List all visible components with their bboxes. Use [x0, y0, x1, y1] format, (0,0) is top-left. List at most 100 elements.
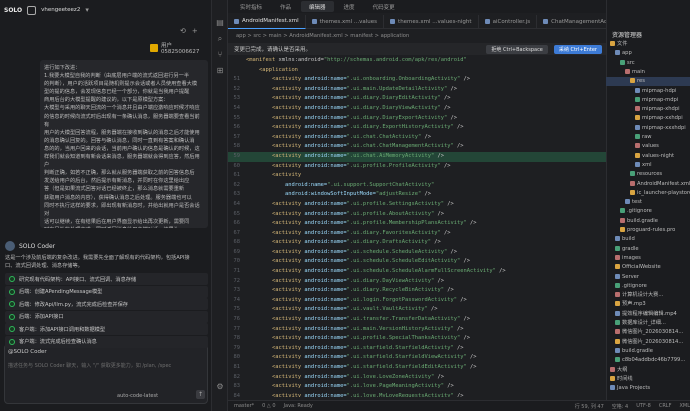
status-item[interactable]: 0 △ 0 — [262, 403, 275, 409]
tree-item[interactable]: test — [606, 198, 690, 207]
window-tab[interactable]: 代码变更 — [365, 1, 403, 12]
window-tab[interactable]: 编辑器 — [301, 1, 334, 12]
tree-item[interactable]: OfficialWebsite — [606, 263, 690, 272]
tree-item[interactable]: proguard-rules.pro — [606, 226, 690, 235]
send-button[interactable]: ↑ — [196, 390, 205, 399]
editor-tab[interactable]: AndroidManifest.xml — [228, 14, 306, 29]
tree-item[interactable]: images — [606, 254, 690, 263]
status-item[interactable]: Java: Ready — [284, 403, 313, 409]
chat-input-placeholder[interactable]: 描述任务与 SOLO Coder 聊天，输入 "/" 获取更多能力，如 /pla… — [8, 362, 204, 369]
tree-item[interactable]: app — [606, 49, 690, 58]
tree-item[interactable]: raw — [606, 133, 690, 142]
user-message-header: 用户05825006627 — [150, 43, 210, 55]
tree-item[interactable]: 大纲 — [606, 366, 690, 375]
tree-item[interactable]: 文件 — [606, 40, 690, 49]
line-number: 68 — [233, 239, 241, 246]
model-select[interactable]: auto-code-latest — [117, 393, 158, 399]
task-item[interactable]: 客户端：流式完成后检查确认消息 — [5, 335, 208, 348]
tree-item-label: 微信图片_2026030814... — [622, 338, 684, 345]
tree-item[interactable]: xml — [606, 161, 690, 170]
tree-item[interactable]: mipmap-xxxhdpi — [606, 124, 690, 133]
tree-item-label: c8b04addbdc46b7799... — [622, 357, 686, 364]
status-item[interactable]: UTF-8 — [636, 403, 651, 409]
tree-item[interactable]: 计算机设计大赛... — [606, 291, 690, 300]
tree-item[interactable]: main — [606, 68, 690, 77]
tree-item[interactable]: resources — [606, 170, 690, 179]
user-message-bubble: 进行如下改进： 1.我要大模型自我的判断（由底层用户端的流式返回进行另一半 的判断）… — [40, 60, 208, 228]
tree-item[interactable]: 微信图片_2026030814... — [606, 328, 690, 337]
status-item[interactable]: 行 59, 列 47 — [575, 403, 604, 410]
search-icon[interactable]: ⌕ — [215, 34, 225, 44]
window-tab[interactable]: 作品 — [272, 1, 299, 12]
tree-item[interactable]: build.gradle — [606, 217, 690, 226]
task-item[interactable]: 客户端：添加API接口调用和数据模型 — [5, 323, 208, 335]
mention-tag[interactable]: @SOLO Coder — [8, 349, 47, 355]
tree-item[interactable]: 预声.mp3 — [606, 300, 690, 309]
tree-item[interactable]: mipmap-xhdpi — [606, 105, 690, 114]
message-line: 同时不执行这样的要求，即出现有新消息时，并给出就用户是否会话对 — [44, 202, 200, 217]
tree-item[interactable]: Java Projects — [606, 384, 690, 393]
tree-item[interactable]: src — [606, 59, 690, 68]
settings-icon[interactable]: ⚙ — [215, 382, 225, 392]
tree-item-label: Server — [622, 273, 640, 280]
editor-tab[interactable]: themes.xml ...values — [306, 14, 385, 29]
tree-item[interactable]: values — [606, 142, 690, 151]
tree-item[interactable]: AndroidManifest.xml — [606, 180, 690, 189]
file-icon — [615, 338, 620, 344]
tree-item-label: build — [622, 236, 635, 243]
tree-item[interactable]: gradle — [606, 245, 690, 254]
tree-item[interactable]: 时间线 — [606, 375, 690, 384]
file-icon — [484, 19, 490, 24]
tree-item[interactable]: 提效程序编辑编辑.mp4 — [606, 310, 690, 319]
line-number: 55 — [233, 114, 241, 121]
tree-item[interactable]: ic_launcher-playstore.png — [606, 189, 690, 198]
breadcrumb[interactable]: app > src > main > AndroidManifest.xml >… — [228, 31, 606, 41]
task-item[interactable]: 后端：添加API接口 — [5, 310, 208, 323]
file-icon — [635, 124, 640, 130]
user-chip[interactable]: vhengeeteez2 — [41, 7, 80, 13]
status-item[interactable]: 空格: 4 — [612, 403, 628, 410]
tree-item[interactable]: res — [606, 77, 690, 87]
task-item[interactable]: 后端：创建APendingMessage模型 — [5, 285, 208, 298]
chevron-down-icon[interactable]: ▾ — [85, 6, 89, 14]
tree-item-label: values-night — [642, 152, 675, 159]
status-item[interactable]: master* — [234, 403, 254, 409]
tree-item[interactable]: .gitignore — [606, 207, 690, 216]
status-item[interactable]: XML — [679, 403, 690, 409]
window-tab[interactable]: 进度 — [336, 1, 363, 12]
editor-tab[interactable]: aiController.js — [479, 14, 538, 29]
tree-item[interactable]: 微信图片_2026030814... — [606, 338, 690, 347]
editor-tab[interactable]: themes.xml ...values-night — [384, 14, 479, 29]
tree-item[interactable]: values-night — [606, 152, 690, 161]
window-tab[interactable]: 实时指标 — [232, 1, 270, 12]
tree-item[interactable]: Server — [606, 273, 690, 282]
window-icon[interactable] — [27, 5, 37, 15]
tree-item[interactable]: mipmap-xxhdpi — [606, 114, 690, 123]
reject-button[interactable]: 拒绝 Ctrl+Backspace — [486, 44, 548, 54]
tree-item[interactable]: 数据库设计_详细... — [606, 319, 690, 328]
check-icon — [9, 288, 15, 295]
tree-item-label: res — [637, 78, 645, 85]
file-icon — [615, 329, 620, 335]
tree-item[interactable]: .gitignore — [606, 282, 690, 291]
tree-item[interactable]: mipmap-mdpi — [606, 96, 690, 105]
tree-item[interactable]: c8b04addbdc46b7799... — [606, 356, 690, 365]
status-item[interactable]: CRLF — [659, 403, 672, 409]
tree-item[interactable]: build — [606, 235, 690, 244]
accept-button[interactable]: 采纳 Ctrl+Enter — [553, 44, 602, 54]
explorer-icon[interactable]: ▤ — [215, 18, 225, 28]
tree-item[interactable]: mipmap-hdpi — [606, 87, 690, 96]
file-icon — [635, 152, 640, 158]
extensions-icon[interactable]: ⊞ — [215, 66, 225, 76]
code-editor[interactable]: <manifest xmlns:android="http://schemas.… — [228, 56, 606, 397]
desc-line: 口、流式回调处理、消息存储等。 — [5, 263, 83, 269]
tree-item[interactable]: build.gradle — [606, 347, 690, 356]
tree-item-label: 大纲 — [617, 366, 628, 373]
history-icon[interactable]: ⟲ — [180, 27, 186, 35]
tree-item-label: .gitignore — [622, 282, 647, 289]
code-line: 82 <activity android:name=".ui.love.Love… — [228, 373, 606, 383]
source-control-icon[interactable]: ⑂ — [215, 50, 225, 60]
plus-icon[interactable]: + — [192, 27, 198, 35]
task-item[interactable]: 后端：修改Api/llm.py，流式完成后检查并保存 — [5, 298, 208, 310]
task-item[interactable]: 研究现有代码架构：API接口、流式回调、消息存储 — [5, 273, 208, 285]
